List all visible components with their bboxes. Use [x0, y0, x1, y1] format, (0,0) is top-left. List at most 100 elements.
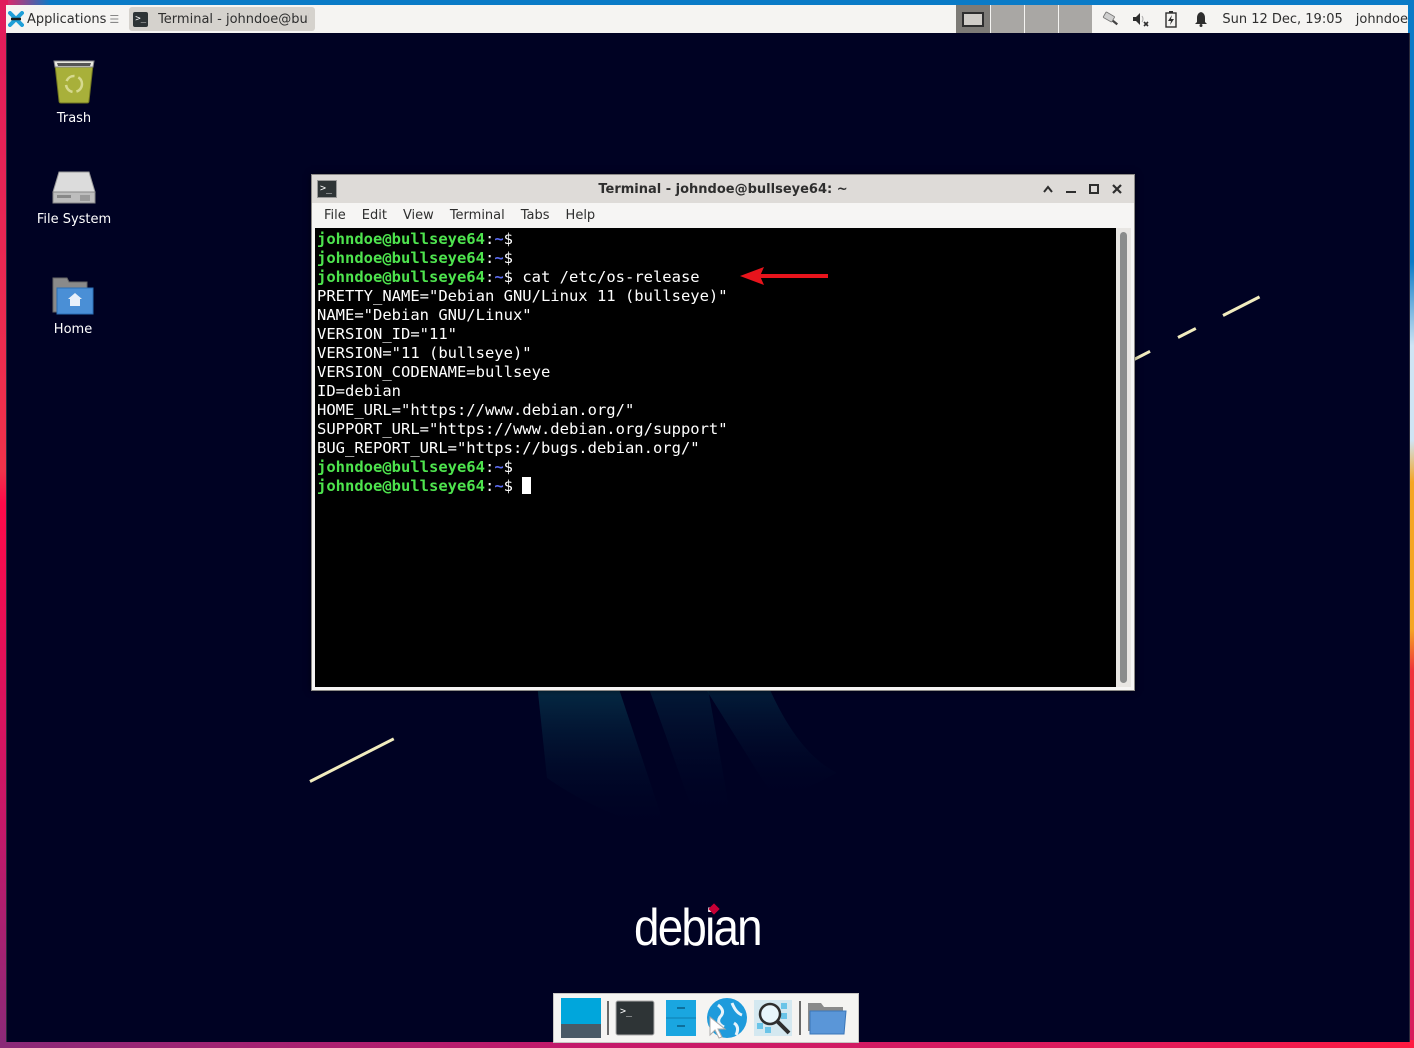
network-icon[interactable]	[1102, 10, 1120, 28]
menu-separator-icon: ☰	[109, 12, 120, 26]
debian-logo: debian	[634, 899, 763, 957]
maximize-button[interactable]	[1082, 179, 1105, 199]
prompt-path: ~	[494, 458, 504, 476]
terminal-output-line: VERSION_CODENAME=bullseye	[317, 363, 551, 381]
desktop-icon-label: Trash	[56, 111, 92, 126]
terminal-icon: >_	[133, 11, 149, 27]
battery-charging-icon[interactable]	[1162, 10, 1180, 28]
terminal-icon: >_	[615, 1000, 655, 1036]
terminal-output[interactable]: johndoe@bullseye64:~$ johndoe@bullseye64:…	[315, 228, 1118, 687]
window-title: Terminal - johndoe@bullseye64: ~	[598, 181, 848, 197]
prompt-colon: :	[484, 268, 495, 286]
menu-terminal[interactable]: Terminal	[442, 208, 513, 223]
prompt-user-host: johndoe@bullseye64	[317, 477, 485, 495]
workspace-1[interactable]	[956, 5, 991, 33]
terminal-prompt-line: johndoe@bullseye64:~$	[317, 249, 1118, 268]
workspace-2[interactable]	[990, 5, 1025, 33]
scrollbar-thumb[interactable]	[1120, 232, 1127, 683]
prompt-path: ~	[494, 230, 504, 248]
prompt-colon: :	[484, 477, 495, 495]
text-cursor	[522, 477, 532, 494]
terminal-icon[interactable]: >_	[317, 180, 337, 198]
dock-show-desktop[interactable]	[558, 996, 604, 1040]
menu-tabs[interactable]: Tabs	[513, 208, 558, 223]
terminal-output-line: BUG_REPORT_URL="https://bugs.debian.org/…	[317, 439, 700, 457]
chevron-up-icon	[1042, 185, 1053, 193]
terminal-output-line: ID=debian	[317, 382, 401, 400]
menu-view[interactable]: View	[395, 208, 442, 223]
dock-terminal[interactable]: >_	[612, 996, 658, 1040]
prompt-user-host: johndoe@bullseye64	[317, 268, 485, 286]
terminal-output-line: VERSION="11 (bullseye)"	[317, 344, 532, 362]
trash-icon	[53, 60, 95, 104]
svg-text:>_: >_	[620, 1006, 633, 1017]
close-button[interactable]	[1105, 179, 1128, 199]
menu-help[interactable]: Help	[558, 208, 604, 223]
workspace-switcher	[956, 5, 1093, 33]
terminal-output-line: NAME="Debian GNU/Linux"	[317, 306, 532, 324]
dock: >_	[553, 993, 859, 1043]
dock-web-browser[interactable]	[704, 996, 750, 1040]
home-folder-icon	[52, 277, 94, 315]
prompt-colon: :	[484, 249, 495, 267]
desktop-icon-file-system[interactable]: File System	[19, 168, 129, 227]
prompt-user-host: johndoe@bullseye64	[317, 458, 485, 476]
minimize-icon	[1065, 191, 1076, 193]
dock-folder[interactable]	[804, 996, 850, 1040]
file-manager-icon	[666, 1000, 696, 1036]
prompt-path: ~	[494, 268, 504, 286]
applications-label: Applications	[27, 11, 107, 27]
window-thumbnail	[962, 11, 985, 27]
shade-button[interactable]	[1036, 179, 1059, 199]
web-browser-icon	[707, 998, 747, 1039]
menu-bar: File Edit View Terminal Tabs Help	[312, 203, 1134, 227]
prompt-colon: :	[484, 230, 495, 248]
menu-edit[interactable]: Edit	[354, 208, 395, 223]
prompt-path: ~	[494, 477, 504, 495]
dock-app-finder[interactable]	[750, 996, 796, 1040]
xfce-logo-icon	[8, 11, 24, 27]
app-finder-icon	[754, 1000, 792, 1036]
prompt-user-host: johndoe@bullseye64	[317, 249, 485, 267]
top-panel: Applications ☰ >_ Terminal - johndoe@bul…	[6, 5, 1408, 33]
taskbar-terminal-label: Terminal - johndoe@bul...	[158, 11, 310, 27]
close-icon	[1111, 184, 1122, 194]
dock-separator	[799, 1001, 801, 1035]
terminal-output-line: HOME_URL="https://www.debian.org/"	[317, 401, 635, 419]
terminal-window: >_ Terminal - johndoe@bullseye64: ~ File…	[311, 174, 1135, 691]
terminal-output-line: VERSION_ID="11"	[317, 325, 457, 343]
maximize-icon	[1088, 184, 1099, 194]
terminal-prompt-line: johndoe@bullseye64:~$ cat /etc/os-releas…	[317, 268, 1118, 287]
volume-muted-icon[interactable]	[1132, 10, 1150, 28]
window-titlebar[interactable]: >_ Terminal - johndoe@bullseye64: ~	[312, 175, 1134, 203]
system-tray	[1102, 10, 1210, 28]
dock-file-manager[interactable]	[658, 996, 704, 1040]
applications-menu-button[interactable]: Applications ☰	[6, 5, 123, 33]
user-menu[interactable]: johndoe	[1356, 12, 1408, 27]
prompt-command: $	[503, 230, 514, 248]
notification-bell-icon[interactable]	[1192, 10, 1210, 28]
prompt-colon: :	[484, 458, 495, 476]
terminal-output-line: PRETTY_NAME="Debian GNU/Linux 11 (bullse…	[317, 287, 728, 305]
terminal-prompt-line: johndoe@bullseye64:~$	[317, 477, 1118, 496]
terminal-output-line: SUPPORT_URL="https://www.debian.org/supp…	[317, 420, 728, 438]
taskbar-terminal-button[interactable]: >_ Terminal - johndoe@bul...	[129, 7, 316, 31]
workspace-3[interactable]	[1024, 5, 1059, 33]
show-desktop-icon	[561, 998, 601, 1038]
workspace-4[interactable]	[1058, 5, 1093, 33]
desktop-icon-home[interactable]: Home	[18, 276, 128, 337]
prompt-path: ~	[494, 249, 504, 267]
terminal-scrollbar[interactable]	[1116, 228, 1131, 687]
folder-icon	[808, 1003, 847, 1035]
prompt-command: $	[503, 458, 514, 476]
desktop-icon-label: Home	[53, 322, 93, 337]
desktop-icon-trash[interactable]: Trash	[19, 57, 129, 126]
clock[interactable]: Sun 12 Dec, 19:05	[1222, 12, 1342, 27]
prompt-user-host: johndoe@bullseye64	[317, 230, 485, 248]
minimize-button[interactable]	[1059, 179, 1082, 199]
menu-file[interactable]: File	[316, 208, 354, 223]
terminal-prompt-line: johndoe@bullseye64:~$	[317, 458, 1118, 477]
desktop-icon-label: File System	[36, 212, 112, 227]
prompt-command: $	[503, 249, 514, 267]
drive-icon	[52, 171, 96, 204]
